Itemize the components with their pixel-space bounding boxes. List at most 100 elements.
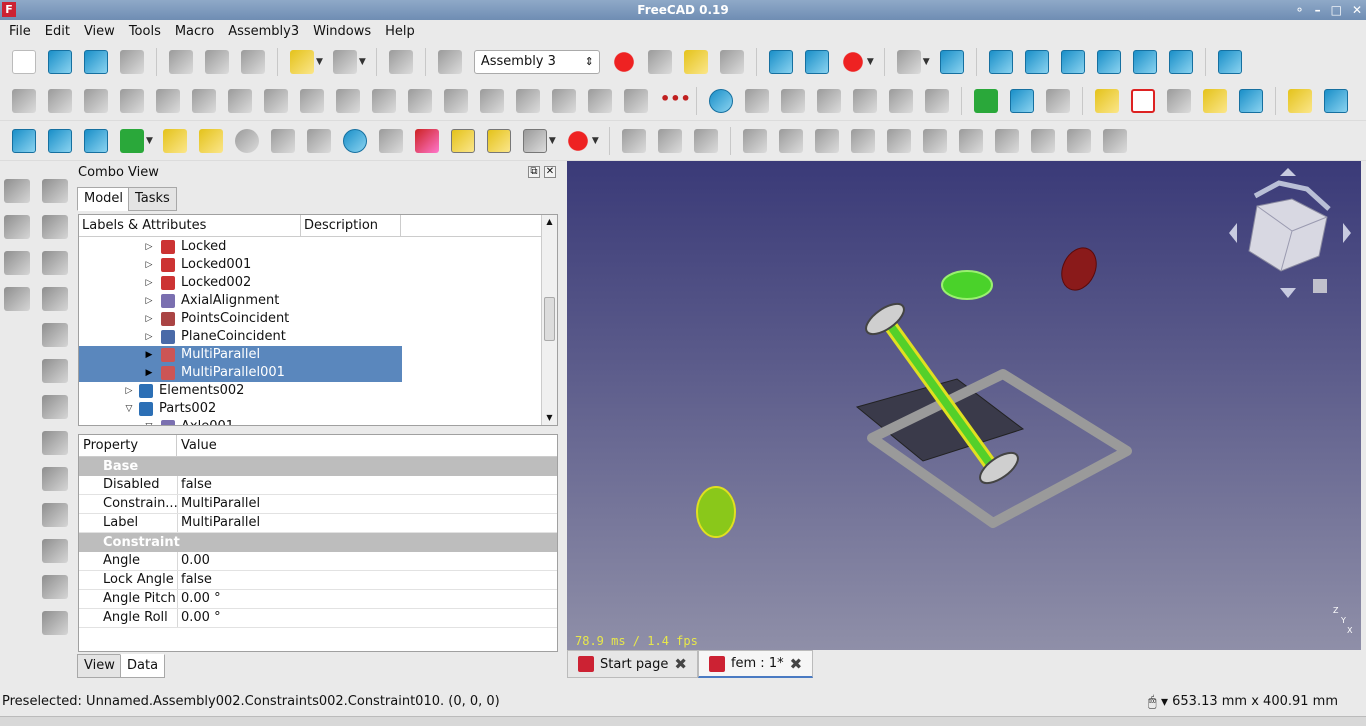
tab-model[interactable]: Model xyxy=(77,187,131,211)
draw-style-icon[interactable] xyxy=(840,49,865,74)
new-constraint-icon[interactable] xyxy=(84,128,108,153)
property-header-value[interactable]: Value xyxy=(177,435,217,456)
tab-start-page[interactable]: Start page ✖ xyxy=(567,650,698,678)
expand-arrow-icon[interactable]: ▶ xyxy=(143,364,155,382)
toggle-trace-icon[interactable] xyxy=(378,128,403,153)
tree-item-planecoincident[interactable]: ▷ PlaneCoincident xyxy=(143,328,286,346)
property-row[interactable]: Disabled false xyxy=(79,476,557,495)
menu-tools[interactable]: Tools xyxy=(122,24,168,39)
add-workplane-red-icon[interactable] xyxy=(565,128,590,153)
rear-view-icon[interactable] xyxy=(1096,49,1121,74)
move-up-icon[interactable] xyxy=(621,128,646,153)
tree-item-multiparallel001[interactable]: ▶ MultiParallel001 xyxy=(79,364,402,382)
menu-edit[interactable]: Edit xyxy=(38,24,77,39)
sketch-tool-2-icon[interactable] xyxy=(42,179,68,203)
close-icon[interactable]: ✕ xyxy=(1352,0,1362,20)
property-group-base[interactable]: Base xyxy=(79,457,557,476)
front-view-icon[interactable] xyxy=(988,49,1013,74)
tree-item-locked001[interactable]: ▷ Locked001 xyxy=(143,256,251,274)
property-row[interactable]: Constrain... MultiParallel xyxy=(79,495,557,514)
fit-all-icon[interactable] xyxy=(768,49,793,74)
sketch-tool-8-icon[interactable] xyxy=(42,287,68,311)
menu-help[interactable]: Help xyxy=(378,24,422,39)
add-body-icon[interactable] xyxy=(1010,88,1034,113)
bottom-view-icon[interactable] xyxy=(1132,49,1157,74)
close-panel-icon[interactable]: ✕ xyxy=(544,166,556,178)
auto-recompute-icon[interactable] xyxy=(270,128,295,153)
measure-icon[interactable] xyxy=(1217,49,1242,74)
save-as-icon[interactable] xyxy=(120,49,144,74)
move-down-icon[interactable] xyxy=(657,128,682,153)
import-assembly-icon[interactable] xyxy=(120,128,144,153)
expand-arrow-icon[interactable]: ▷ xyxy=(143,310,155,328)
expand-arrow-icon[interactable]: ▷ xyxy=(143,238,155,256)
tree-item-pointscoincident[interactable]: ▷ PointsCoincident xyxy=(143,310,289,328)
property-value[interactable]: MultiParallel xyxy=(178,495,557,513)
std-views-dropdown-icon[interactable]: ▼ xyxy=(923,57,930,67)
add-plane-icon[interactable] xyxy=(1203,88,1227,113)
sketch-tool-3-icon[interactable] xyxy=(4,215,30,239)
expand-arrow-icon[interactable]: ▷ xyxy=(143,256,155,274)
solve-icon[interactable] xyxy=(781,88,805,113)
open-folder-icon[interactable] xyxy=(1324,88,1348,113)
collapse-arrow-icon[interactable]: ▽ xyxy=(123,400,135,418)
redo-dropdown-icon[interactable]: ▼ xyxy=(359,57,366,67)
tab-view[interactable]: View xyxy=(77,654,122,678)
add-part-icon[interactable] xyxy=(974,88,998,113)
smart-recompute-icon[interactable] xyxy=(306,128,331,153)
macros-icon[interactable] xyxy=(683,49,708,74)
solver-shape-5-icon[interactable] xyxy=(886,128,911,153)
paste-icon[interactable] xyxy=(241,49,265,74)
visibility-dropdown-icon[interactable]: ▼ xyxy=(549,136,556,146)
constraint-locked-icon[interactable] xyxy=(12,88,36,113)
constraint-angle-icon[interactable] xyxy=(228,88,252,113)
close-tab-icon[interactable]: ✖ xyxy=(674,655,687,673)
select-element-icon[interactable] xyxy=(162,128,187,153)
constraint-plane-alignment-icon[interactable] xyxy=(84,88,108,113)
maximize-icon[interactable]: □ xyxy=(1331,0,1342,20)
more-constraints-icon[interactable]: ••• xyxy=(660,89,691,113)
sketch-tool-9-icon[interactable] xyxy=(42,323,68,347)
stop-macro-icon[interactable] xyxy=(647,49,672,74)
tree-item-locked002[interactable]: ▷ Locked002 xyxy=(143,274,251,292)
refresh-icon[interactable] xyxy=(388,49,413,74)
add-placement-icon[interactable] xyxy=(1239,88,1263,113)
navigation-style-mouse-icon[interactable]: 🖱 ▾ xyxy=(1148,690,1168,714)
origin-icon[interactable] xyxy=(234,128,259,153)
solver-shape-1-icon[interactable] xyxy=(742,128,767,153)
constraint-points-symmetric-icon[interactable] xyxy=(444,88,468,113)
solver-shape-6-icon[interactable] xyxy=(922,128,947,153)
std-views-icon[interactable] xyxy=(896,49,921,74)
3d-viewport[interactable]: 78.9 ms / 1.4 fps Z Y X xyxy=(567,161,1361,650)
constraint-point-plane-distance-icon[interactable] xyxy=(480,88,504,113)
float-panel-icon[interactable]: ⧉ xyxy=(528,166,540,178)
property-row[interactable]: Label MultiParallel xyxy=(79,514,557,533)
constraint-same-orientation-icon[interactable] xyxy=(156,88,180,113)
constraint-marker-ellipse[interactable] xyxy=(696,486,736,538)
execute-macro-icon[interactable] xyxy=(719,49,744,74)
solver-shape-9-icon[interactable] xyxy=(1030,128,1055,153)
add-origin-icon[interactable] xyxy=(1046,88,1070,113)
scroll-thumb[interactable] xyxy=(544,297,555,341)
sketch-tool-15-icon[interactable] xyxy=(42,539,68,563)
property-header-property[interactable]: Property xyxy=(79,435,177,456)
expand-arrow-icon[interactable]: ▷ xyxy=(143,292,155,310)
whats-this-icon[interactable] xyxy=(437,49,462,74)
sketch-tool-5-icon[interactable] xyxy=(4,251,30,275)
draw-sketch-icon[interactable] xyxy=(414,128,439,153)
eye-visibility-icon[interactable] xyxy=(522,128,547,153)
new-document-icon[interactable] xyxy=(12,49,36,74)
sketch-tool-13-icon[interactable] xyxy=(42,467,68,491)
property-value[interactable]: false xyxy=(178,571,557,589)
constraint-multi-parallel-icon[interactable] xyxy=(192,88,216,113)
tree-item-elements002[interactable]: ▷ Elements002 xyxy=(123,382,244,400)
save-icon[interactable] xyxy=(84,49,108,74)
constraint-points-coincident-icon[interactable] xyxy=(300,88,324,113)
expand-arrow-icon[interactable]: ▶ xyxy=(143,346,155,364)
tree-item-axialalignment[interactable]: ▷ AxialAlignment xyxy=(143,292,279,310)
record-macro-icon[interactable] xyxy=(611,49,636,74)
undo-icon[interactable] xyxy=(290,49,314,74)
constraint-point-on-line-icon[interactable] xyxy=(372,88,396,113)
expand-arrow-icon[interactable]: ▷ xyxy=(123,382,135,400)
workbench-select[interactable]: Assembly 3 xyxy=(473,49,600,74)
